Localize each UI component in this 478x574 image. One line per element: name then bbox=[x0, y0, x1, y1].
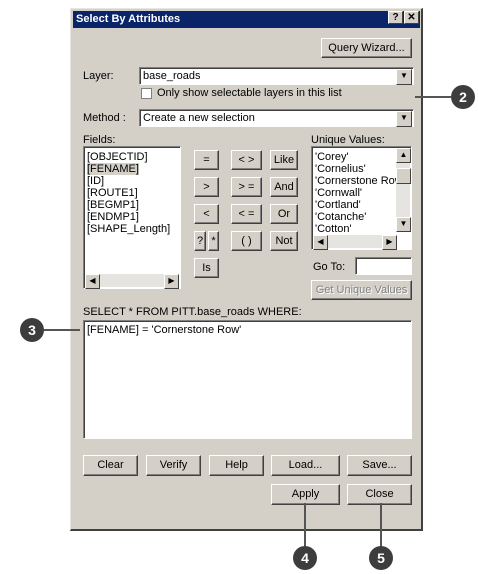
save-button[interactable]: Save... bbox=[347, 455, 412, 476]
list-item[interactable]: [FENAME] bbox=[87, 163, 139, 175]
sql-label: SELECT * FROM PITT.base_roads WHERE: bbox=[83, 306, 302, 318]
list-item[interactable]: 'Corey' bbox=[315, 151, 349, 163]
scroll-right-icon[interactable]: ▶ bbox=[164, 274, 179, 289]
layer-label: Layer: bbox=[83, 70, 114, 82]
help-button[interactable]: Help bbox=[209, 455, 264, 476]
window-title: Select By Attributes bbox=[76, 13, 181, 25]
callout-4: 4 bbox=[293, 546, 317, 570]
method-label: Method : bbox=[83, 112, 126, 124]
greater-equal-button[interactable]: > = bbox=[231, 177, 262, 197]
scroll-left-icon[interactable]: ◀ bbox=[85, 274, 100, 289]
verify-button[interactable]: Verify bbox=[146, 455, 201, 476]
unique-values-label: Unique Values: bbox=[311, 134, 385, 146]
callout-4-leader bbox=[304, 503, 306, 550]
scroll-thumb[interactable] bbox=[396, 168, 411, 184]
title-bar: Select By Attributes bbox=[73, 11, 420, 28]
apply-button[interactable]: Apply bbox=[271, 484, 340, 505]
callout-2: 2 bbox=[451, 85, 475, 109]
scroll-down-icon[interactable]: ▼ bbox=[396, 217, 411, 232]
list-item[interactable]: [SHAPE_Length] bbox=[87, 223, 170, 235]
chevron-down-icon[interactable]: ▼ bbox=[396, 69, 412, 85]
unique-values-list[interactable]: 'Corey' 'Cornelius' 'Cornerstone Row' 'C… bbox=[311, 146, 412, 250]
layer-dropdown[interactable]: base_roads ▼ bbox=[139, 67, 414, 85]
list-item[interactable]: [ENDMP1] bbox=[87, 211, 139, 223]
not-equals-button[interactable]: < > bbox=[231, 150, 262, 170]
list-item[interactable]: [ID] bbox=[87, 175, 104, 187]
parentheses-button[interactable]: ( ) bbox=[231, 231, 262, 251]
list-item[interactable]: 'Cornerstone Row' bbox=[315, 175, 405, 187]
scroll-right-icon[interactable]: ▶ bbox=[382, 235, 397, 250]
list-item[interactable]: [OBJECTID] bbox=[87, 151, 148, 163]
method-dropdown[interactable]: Create a new selection ▼ bbox=[139, 109, 414, 127]
get-unique-values-button[interactable]: Get Unique Values bbox=[311, 280, 412, 300]
list-item[interactable]: 'Cortland' bbox=[315, 199, 361, 211]
chevron-down-icon[interactable]: ▼ bbox=[396, 111, 412, 127]
close-title-button[interactable]: ✕ bbox=[404, 11, 419, 24]
unique-values-vscrollbar[interactable]: ▲ ▼ bbox=[396, 148, 411, 232]
only-selectable-label: Only show selectable layers in this list bbox=[157, 87, 342, 99]
goto-input[interactable] bbox=[355, 257, 412, 275]
wildcard-multi-button[interactable]: * bbox=[208, 231, 219, 251]
sql-expression: [FENAME] = 'Cornerstone Row' bbox=[87, 324, 242, 336]
greater-than-button[interactable]: > bbox=[194, 177, 219, 197]
only-selectable-checkbox[interactable] bbox=[141, 88, 152, 99]
callout-5-leader bbox=[380, 503, 382, 550]
query-wizard-button[interactable]: Query Wizard... bbox=[321, 38, 412, 58]
method-value: Create a new selection bbox=[143, 112, 255, 124]
is-button[interactable]: Is bbox=[194, 258, 219, 278]
help-title-button[interactable]: ? bbox=[388, 11, 403, 24]
or-button[interactable]: Or bbox=[270, 204, 298, 224]
unique-values-hscrollbar[interactable]: ◀ ▶ bbox=[313, 235, 397, 250]
list-item[interactable]: 'Cotanche' bbox=[315, 211, 366, 223]
less-equal-button[interactable]: < = bbox=[231, 204, 262, 224]
fields-hscrollbar[interactable]: ◀ ▶ bbox=[85, 274, 179, 289]
layer-value: base_roads bbox=[143, 70, 201, 82]
list-item[interactable]: [BEGMP1] bbox=[87, 199, 139, 211]
callout-5: 5 bbox=[369, 546, 393, 570]
scroll-left-icon[interactable]: ◀ bbox=[313, 235, 328, 250]
list-item[interactable]: 'Cornwall' bbox=[315, 187, 362, 199]
less-than-button[interactable]: < bbox=[194, 204, 219, 224]
like-button[interactable]: Like bbox=[270, 150, 298, 170]
list-item[interactable]: 'Cotton' bbox=[315, 223, 352, 235]
goto-label: Go To: bbox=[313, 261, 346, 273]
scroll-up-icon[interactable]: ▲ bbox=[396, 148, 411, 163]
load-button[interactable]: Load... bbox=[271, 455, 340, 476]
sql-expression-box[interactable]: [FENAME] = 'Cornerstone Row' bbox=[83, 320, 412, 439]
list-item[interactable]: [ROUTE1] bbox=[87, 187, 138, 199]
list-item[interactable]: 'Cornelius' bbox=[315, 163, 366, 175]
equals-button[interactable]: = bbox=[194, 150, 219, 170]
and-button[interactable]: And bbox=[270, 177, 298, 197]
callout-3-leader bbox=[44, 329, 80, 331]
fields-list[interactable]: [OBJECTID] [FENAME] [ID] [ROUTE1] [BEGMP… bbox=[83, 146, 181, 289]
close-button[interactable]: Close bbox=[347, 484, 412, 505]
callout-2-leader bbox=[415, 96, 451, 98]
clear-button[interactable]: Clear bbox=[83, 455, 138, 476]
select-by-attributes-dialog: Select By Attributes ? ✕ Query Wizard...… bbox=[70, 8, 423, 531]
fields-label: Fields: bbox=[83, 134, 116, 146]
callout-3: 3 bbox=[20, 318, 44, 342]
not-button[interactable]: Not bbox=[270, 231, 298, 251]
wildcard-single-button[interactable]: ? bbox=[194, 231, 206, 251]
